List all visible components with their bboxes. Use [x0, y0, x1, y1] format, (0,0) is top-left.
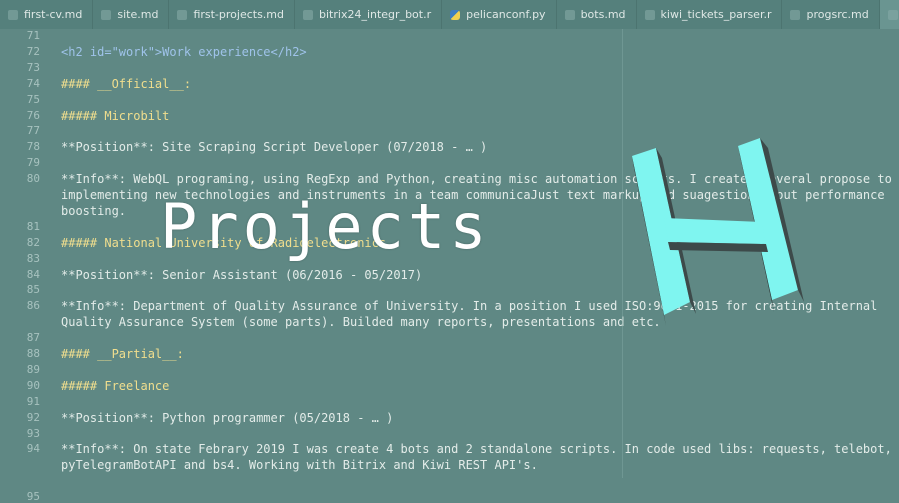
tab-pelicanconf-py[interactable]: pelicanconf.py: [442, 0, 557, 29]
code-line: pyTelegramBotAPI and bs4. Working with B…: [61, 458, 538, 473]
line-number: 89: [26, 362, 40, 376]
code-line: **Position**: Senior Assistant (06/2016 …: [61, 267, 423, 282]
line-number: 94: [26, 442, 40, 456]
markdown-icon: [887, 9, 898, 20]
code-line: <h2 id="work">Work experience</h2>: [61, 44, 307, 59]
tab-bitrix24-integr-bot-r[interactable]: bitrix24_integr_bot.r: [295, 0, 443, 29]
code-line: **Position**: Python programmer (05/2018…: [61, 410, 394, 425]
tab-label: first-cv.md: [24, 8, 83, 21]
markdown-icon: [177, 9, 188, 20]
tab-label: bitrix24_integr_bot.r: [319, 8, 432, 21]
tab-bots-md[interactable]: bots.md: [557, 0, 637, 29]
line-number: 86: [26, 299, 40, 313]
line-number: 84: [26, 267, 40, 281]
line-number: 72: [26, 44, 40, 58]
h-logo-icon: [632, 138, 804, 326]
markdown-icon: [564, 9, 575, 20]
line-number: 78: [26, 140, 40, 154]
markdown-icon: [8, 9, 18, 20]
tab-label: progsrc.md: [806, 8, 869, 21]
line-number: 71: [26, 29, 40, 42]
markdown-icon: [790, 9, 801, 20]
tab-about-md[interactable]: about.md: [879, 0, 899, 29]
line-number: 91: [26, 394, 40, 408]
code-line: ##### Freelance: [61, 378, 170, 393]
tab-label: kiwi_tickets_parser.r: [660, 8, 772, 21]
tab-bar: first-cv.md site.md first-projects.md bitri…: [0, 0, 899, 29]
code-line: boosting.: [61, 203, 127, 218]
tab-first-cv-md[interactable]: first-cv.md: [0, 0, 94, 29]
line-number: 88: [26, 347, 40, 360]
code-line: **Position**: Site Scraping Script Devel…: [61, 140, 488, 155]
line-number: 92: [26, 410, 40, 424]
tab-site-md[interactable]: site.md: [93, 0, 170, 29]
line-number: 90: [26, 378, 40, 392]
line-number: 87: [26, 331, 40, 345]
tab-first-projects-md[interactable]: first-projects.md: [169, 0, 296, 29]
line-number: 76: [26, 108, 40, 122]
line-number: 81: [26, 219, 40, 233]
tab-kiwi-tickets-parser-r[interactable]: kiwi_tickets_parser.r: [637, 0, 783, 29]
code-line: Quality Assurance System (some parts). B…: [61, 315, 661, 330]
code-line: **Info**: On state Febrary 2019 I was cr…: [61, 442, 892, 457]
code-line: ##### Microbilt: [61, 108, 170, 123]
line-number: 79: [26, 156, 40, 170]
line-number: 82: [26, 235, 40, 249]
line-number: 83: [26, 251, 40, 265]
line-number: 80: [26, 172, 40, 186]
markdown-icon: [101, 9, 112, 20]
tab-label: bots.md: [580, 8, 626, 21]
line-number: 74: [26, 76, 40, 90]
code-line: #### __Partial__:: [61, 347, 184, 361]
line-number: 75: [26, 92, 40, 106]
logo-crossbar: [664, 218, 766, 244]
line-number: 85: [26, 283, 40, 297]
tab-label: site.md: [117, 8, 159, 21]
projects-watermark: Projects: [160, 190, 491, 263]
tab-label: pelicanconf.py: [466, 8, 546, 21]
tab-progsrc-md[interactable]: progsrc.md: [782, 0, 880, 29]
code-line: #### __Official__:: [61, 76, 192, 91]
markdown-icon: [303, 9, 314, 20]
python-icon: [450, 9, 461, 20]
line-number: 95: [26, 490, 40, 503]
tab-label: first-projects.md: [193, 8, 285, 21]
line-number: 73: [26, 60, 40, 74]
line-number: 93: [26, 426, 40, 440]
markdown-icon: [644, 9, 655, 20]
line-number: 77: [26, 124, 40, 138]
